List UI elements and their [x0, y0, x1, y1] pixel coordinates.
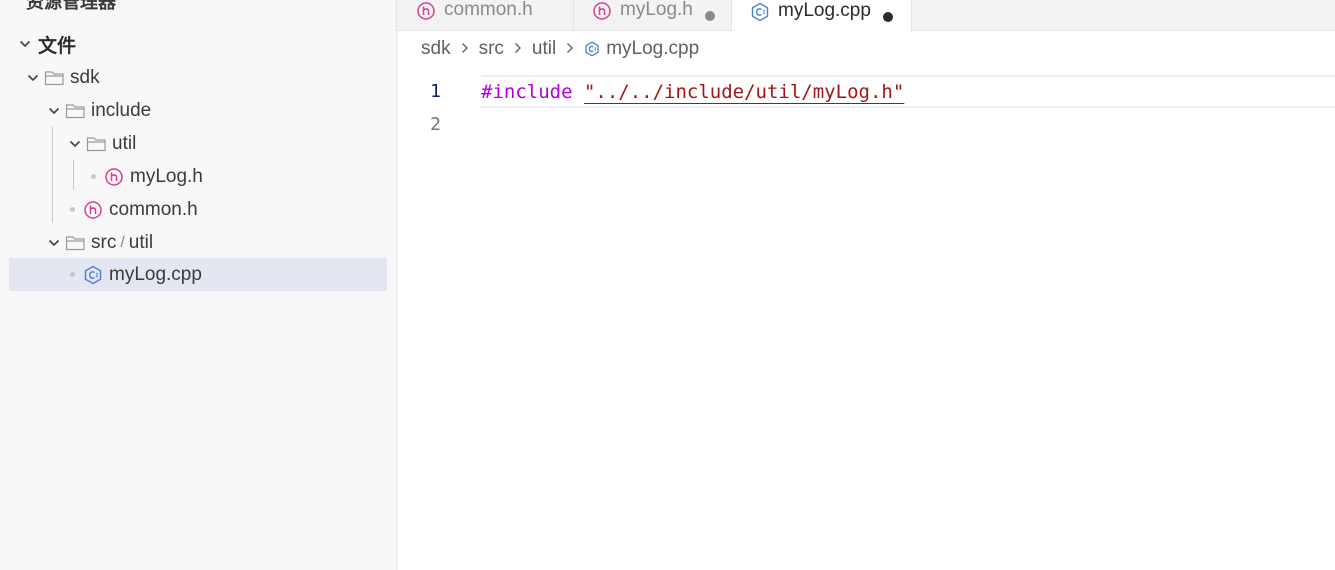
tab-label: common.h [444, 0, 533, 20]
bullet-dot-icon [70, 272, 75, 277]
cpp-file-icon [584, 41, 600, 57]
tree-item-include[interactable]: include [9, 94, 387, 127]
breadcrumb-item[interactable]: myLog.cpp [606, 38, 699, 60]
tree-item-label: src [91, 231, 117, 253]
bullet-dot-icon [70, 207, 75, 212]
tree-item-src-util[interactable]: src / util [9, 226, 387, 259]
editor-tab-bar: common.h myLog.h myLog.cpp [397, 0, 1335, 32]
explorer-sidebar: 资源管理器 ··· 文件 sdk include [0, 0, 397, 570]
cpp-file-icon [83, 265, 103, 285]
tree-item-sdk[interactable]: sdk [9, 61, 387, 94]
breadcrumb: sdk src util myLog.cpp [421, 36, 699, 62]
code-editor[interactable]: 1 #include "../../include/util/myLog.h" … [397, 66, 1335, 570]
breadcrumb-item[interactable]: sdk [421, 38, 451, 60]
explorer-title: 资源管理器 [26, 0, 116, 12]
code-line[interactable]: #include "../../include/util/myLog.h" [481, 81, 904, 103]
header-file-icon [104, 167, 124, 187]
preprocessor-keyword: #include [481, 81, 573, 103]
breadcrumb-item[interactable]: util [532, 38, 556, 60]
folder-open-icon [44, 69, 66, 87]
chevron-right-icon [566, 38, 574, 60]
line-number: 1 [430, 81, 441, 102]
folder-open-icon [65, 234, 87, 252]
tree-item-label: include [91, 99, 152, 121]
tree-item-label: myLog.h [130, 165, 203, 187]
chevron-down-icon [45, 102, 63, 120]
tree-item-mylog-h[interactable]: myLog.h [9, 160, 387, 193]
chevron-down-icon [16, 35, 34, 53]
folder-open-icon [65, 102, 87, 120]
tab-label: myLog.cpp [778, 0, 871, 21]
tree-item-label: common.h [109, 198, 198, 220]
header-file-icon [592, 1, 612, 21]
tab-common-h[interactable]: common.h [397, 0, 574, 31]
tab-label: myLog.h [620, 0, 693, 20]
include-path-string[interactable]: "../../include/util/myLog.h" [584, 81, 904, 103]
tree-item-label: util [112, 132, 137, 154]
chevron-down-icon [24, 69, 42, 87]
line-number: 2 [430, 114, 441, 135]
tree-item-mylog-cpp[interactable]: myLog.cpp [9, 258, 387, 291]
unsaved-dot-icon[interactable] [882, 12, 893, 22]
cpp-file-icon [750, 2, 770, 22]
chevron-down-icon [45, 234, 63, 252]
section-files-label: 文件 [38, 35, 77, 57]
bullet-dot-icon [91, 174, 96, 179]
tree-item-label: sdk [70, 66, 100, 88]
tab-mylog-h[interactable]: myLog.h [574, 0, 732, 31]
tab-mylog-cpp[interactable]: myLog.cpp [732, 0, 912, 32]
folder-open-icon [86, 135, 108, 153]
section-files-header[interactable]: 文件 [16, 31, 76, 57]
tree-item-label: util [128, 231, 154, 253]
tree-item-label: myLog.cpp [109, 263, 202, 285]
tree-item-common-h[interactable]: common.h [9, 193, 387, 226]
unsaved-dot-icon[interactable] [704, 11, 715, 21]
path-separator: / [120, 233, 125, 251]
breadcrumb-item[interactable]: src [479, 38, 504, 60]
header-file-icon [83, 200, 103, 220]
chevron-down-icon [66, 135, 84, 153]
more-actions-icon[interactable]: ··· [346, 0, 367, 7]
tree-item-util[interactable]: util [9, 127, 387, 160]
chevron-right-icon [514, 38, 522, 60]
header-file-icon [416, 1, 436, 21]
chevron-right-icon [461, 38, 469, 60]
